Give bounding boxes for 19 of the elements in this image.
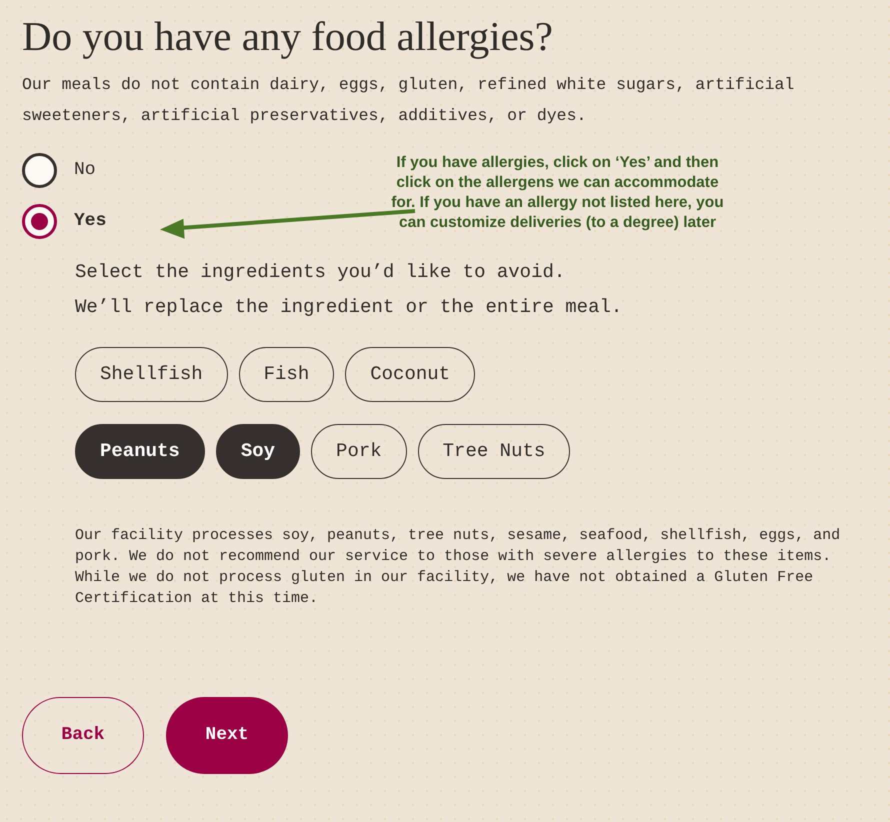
radio-button[interactable] xyxy=(22,204,57,239)
intro-text: Our meals do not contain dairy, eggs, gluten, refined white sugars, artificial sweeteners, artificial preservatives, additives, or dyes. xyxy=(22,74,796,128)
next-button[interactable]: Next xyxy=(166,697,288,774)
allergen-chip[interactable]: Fish xyxy=(238,347,334,402)
prompt-text: We’ll replace the ingredient or the entire meal. xyxy=(75,295,624,320)
allergen-chip[interactable]: Soy xyxy=(216,424,300,480)
allergen-chip[interactable]: Peanuts xyxy=(75,424,205,480)
prompt-text: Select the ingredients you’d like to avoid. xyxy=(75,260,566,286)
allergen-chip[interactable]: Pork xyxy=(311,424,407,480)
back-button[interactable]: Back xyxy=(22,697,144,774)
radio-label[interactable]: Yes xyxy=(74,208,106,235)
allergen-chip[interactable]: Tree Nuts xyxy=(418,424,570,480)
annotation-text: If you have allergies, click on ‘Yes’ and then click on the allergens we can accommodate for. If you have an allergy not listed here, you can customize deliveries (to a degree) later xyxy=(390,153,725,234)
radio-label[interactable]: No xyxy=(74,156,96,184)
facility-note: Our facility processes soy, peanuts, tree nuts, sesame, seafood, shellfish, eggs, and pork. We do not recommend our service to those with severe allergies to these items. While we do not process gluten in our facility, we have not obtained a Gluten Free Certification at this time. xyxy=(75,526,842,610)
allergen-chip[interactable]: Coconut xyxy=(345,347,476,402)
allergen-chip[interactable]: Shellfish xyxy=(75,347,228,402)
page-title: Do you have any food allergies? xyxy=(22,14,554,60)
radio-button[interactable] xyxy=(22,152,57,188)
